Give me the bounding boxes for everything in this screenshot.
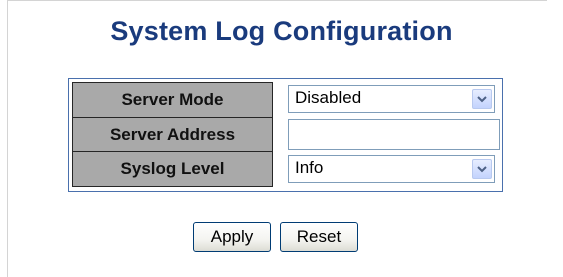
apply-button[interactable]: Apply: [193, 222, 271, 252]
chevron-down-icon[interactable]: [472, 159, 492, 179]
server-address-label: Server Address: [72, 117, 273, 152]
syslog-level-value: Info: [295, 158, 324, 177]
server-address-input[interactable]: [288, 119, 500, 150]
page-title: System Log Configuration: [110, 16, 453, 46]
syslog-level-select[interactable]: Info: [288, 155, 495, 183]
frame-border-top: [7, 0, 547, 1]
reset-button[interactable]: Reset: [280, 222, 358, 252]
chevron-down-icon[interactable]: [472, 89, 492, 109]
server-mode-label: Server Mode: [72, 82, 273, 118]
config-table: Server Mode Disabled Server Address Sysl…: [68, 78, 503, 192]
server-mode-value: Disabled: [295, 88, 362, 107]
syslog-level-label: Syslog Level: [72, 151, 273, 187]
server-mode-select[interactable]: Disabled: [288, 85, 495, 113]
